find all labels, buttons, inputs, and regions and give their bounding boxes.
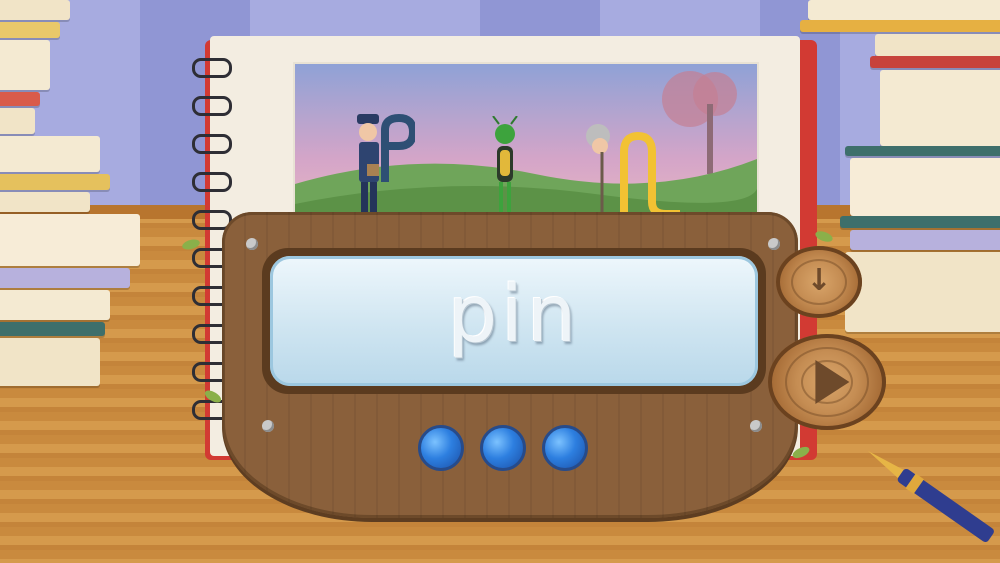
game-scene: pin ↓ <box>0 0 1000 563</box>
play-icon <box>815 360 850 404</box>
word-text: pin <box>447 270 581 360</box>
screw <box>246 238 258 250</box>
screw <box>768 238 780 250</box>
progress-dot-3 <box>542 425 588 471</box>
screw <box>750 420 762 432</box>
progress-dot-1 <box>418 425 464 471</box>
arrow-down-icon: ↓ <box>806 262 832 298</box>
down-arrow-button[interactable]: ↓ <box>776 246 862 318</box>
character-postman <box>355 112 418 217</box>
character-insect <box>488 115 522 220</box>
character-grandma-n <box>580 122 684 218</box>
screw <box>262 420 274 432</box>
progress-dot-2 <box>480 425 526 471</box>
play-button[interactable] <box>768 334 886 430</box>
